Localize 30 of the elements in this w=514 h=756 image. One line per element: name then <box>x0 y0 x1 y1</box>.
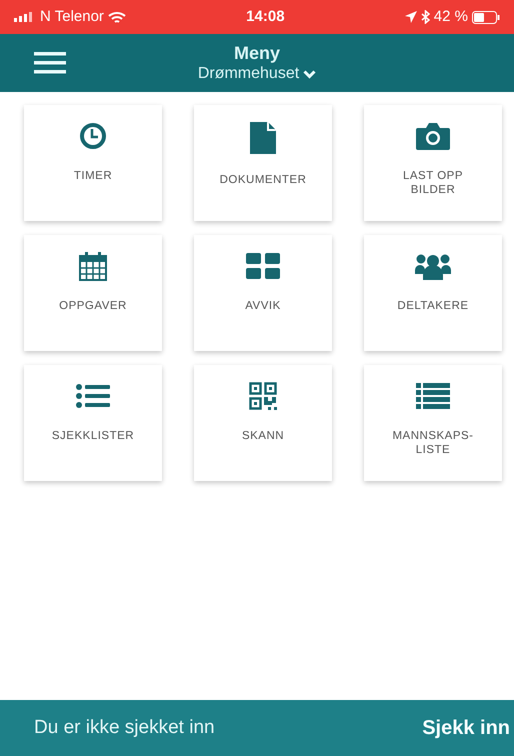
list-icon <box>76 381 110 411</box>
location-icon <box>404 11 417 23</box>
clock-icon <box>78 121 108 151</box>
menu-tile[interactable]: LAST OPP BILDER <box>364 105 502 221</box>
menu-tile[interactable]: DELTAKERE <box>364 235 502 351</box>
check-in-status: Du er ikke sjekket inn <box>34 716 215 740</box>
menu-tile[interactable]: DOKUMENTER <box>194 105 332 221</box>
wifi-icon <box>108 10 126 24</box>
calendar-icon <box>78 251 108 281</box>
battery-percent: 42 % <box>434 6 468 27</box>
document-icon <box>250 121 276 155</box>
clock-time: 14:08 <box>246 6 285 27</box>
menu-tile[interactable]: SKANN <box>194 365 332 481</box>
menu-tile[interactable]: OPPGAVER <box>24 235 162 351</box>
qr-code-icon <box>249 381 277 411</box>
menu-tile[interactable]: MANNSKAPS-LISTE <box>364 365 502 481</box>
battery-icon <box>472 10 500 24</box>
page-title: Meny <box>234 42 280 64</box>
project-dropdown[interactable]: Drømmehuset <box>198 64 316 84</box>
menu-button[interactable] <box>34 51 66 75</box>
camera-icon <box>416 121 450 151</box>
menu-tile[interactable]: TIMER <box>24 105 162 221</box>
menu-tile[interactable]: AVVIK <box>194 235 332 351</box>
grid-icon <box>246 251 280 281</box>
menu-tile[interactable]: SJEKKLISTER <box>24 365 162 481</box>
list-icon <box>416 381 450 411</box>
bluetooth-icon <box>420 10 430 24</box>
carrier-name: N Telenor <box>40 6 104 27</box>
check-in-button[interactable]: Sjekk inn <box>422 713 510 743</box>
chevron-down-icon <box>303 70 316 78</box>
